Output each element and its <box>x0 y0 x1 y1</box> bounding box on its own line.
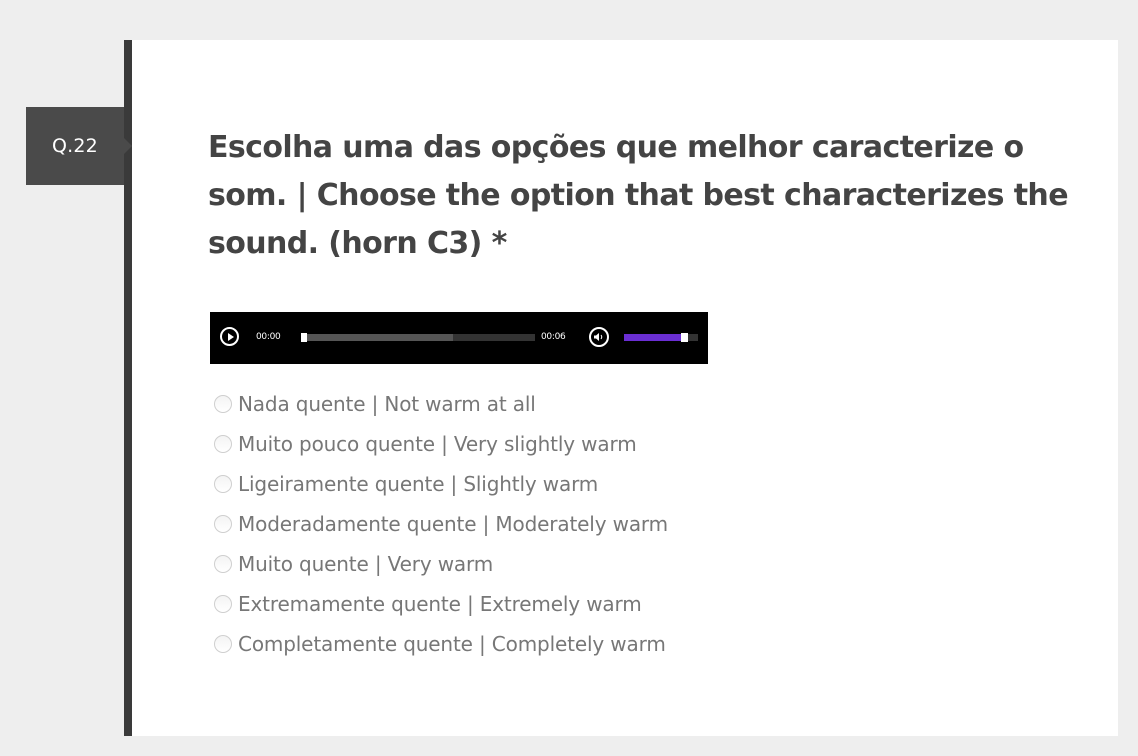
answer-option[interactable]: Muito pouco quente | Very slightly warm <box>214 424 668 464</box>
radio-button[interactable] <box>214 475 232 493</box>
audio-player: 00:00 00:06 <box>210 312 708 364</box>
answer-options: Nada quente | Not warm at all Muito pouc… <box>214 384 668 664</box>
question-title: Escolha uma das opções que melhor caract… <box>208 130 1069 261</box>
volume-level-fill <box>624 334 684 341</box>
answer-option[interactable]: Moderadamente quente | Moderately warm <box>214 504 668 544</box>
duration-time: 00:06 <box>541 332 566 342</box>
audio-progress-handle[interactable] <box>301 333 307 342</box>
answer-option[interactable]: Ligeiramente quente | Slightly warm <box>214 464 668 504</box>
radio-button[interactable] <box>214 435 232 453</box>
question-number-badge: Q.22 <box>26 107 124 185</box>
volume-slider-handle[interactable] <box>681 333 689 342</box>
current-time: 00:00 <box>256 332 281 342</box>
play-icon[interactable] <box>220 327 239 346</box>
radio-button[interactable] <box>214 555 232 573</box>
answer-option-label[interactable]: Muito quente | Very warm <box>238 552 493 576</box>
answer-option[interactable]: Nada quente | Not warm at all <box>214 384 668 424</box>
answer-option-label[interactable]: Muito pouco quente | Very slightly warm <box>238 432 637 456</box>
volume-icon[interactable] <box>589 327 609 347</box>
answer-option-label[interactable]: Completamente quente | Completely warm <box>238 632 666 656</box>
volume-slider[interactable] <box>624 333 698 342</box>
answer-option-label[interactable]: Ligeiramente quente | Slightly warm <box>238 472 598 496</box>
answer-option[interactable]: Completamente quente | Completely warm <box>214 624 668 664</box>
radio-button[interactable] <box>214 515 232 533</box>
audio-buffered-bar <box>301 334 454 341</box>
radio-button[interactable] <box>214 595 232 613</box>
audio-progress-bar[interactable] <box>301 333 535 342</box>
answer-option[interactable]: Muito quente | Very warm <box>214 544 668 584</box>
answer-option-label[interactable]: Nada quente | Not warm at all <box>238 392 536 416</box>
answer-option-label[interactable]: Moderadamente quente | Moderately warm <box>238 512 668 536</box>
radio-button[interactable] <box>214 635 232 653</box>
answer-option[interactable]: Extremamente quente | Extremely warm <box>214 584 668 624</box>
radio-button[interactable] <box>214 395 232 413</box>
question-number-pointer <box>124 138 132 154</box>
answer-option-label[interactable]: Extremamente quente | Extremely warm <box>238 592 642 616</box>
